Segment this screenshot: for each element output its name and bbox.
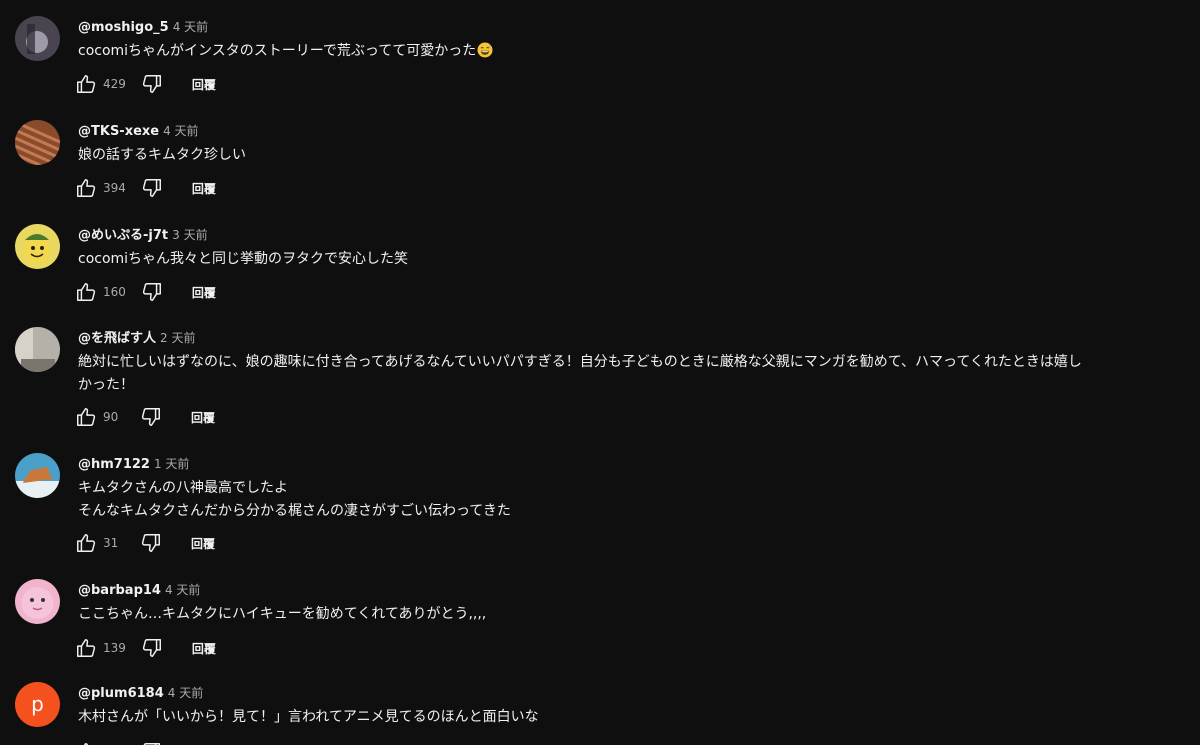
comment-text: 絶対に忙しいはずなのに、娘の趣味に付き合ってあげるなんていいパパすぎる！自分も子… <box>78 351 1193 397</box>
avatar[interactable] <box>15 16 60 61</box>
thumbs-up-icon[interactable] <box>74 72 98 96</box>
comment-actions: 394 回覆 <box>74 176 216 200</box>
comment-text: cocomiちゃん我々と同じ挙動のヲタクで安心した笑 <box>78 248 1193 271</box>
avatar[interactable] <box>15 453 60 498</box>
comment-item: @moshigo_5 4 天前 cocomiちゃんがインスタのストーリーで荒ぶってて… <box>0 16 1200 100</box>
reply-button[interactable]: 回覆 <box>192 76 216 93</box>
comment-actions: 160 回覆 <box>74 280 216 304</box>
comment-actions: 90 回覆 <box>74 405 215 429</box>
reply-button[interactable]: 回覆 <box>192 180 216 197</box>
like-count: 394 <box>103 181 126 195</box>
comment-item: @hm7122 1 天前キムタクさんの八神最高でしたよそんなキムタクさんだから分か… <box>0 453 1200 559</box>
comment-item: p @plum6184 4 天前木村さんが「いいから！見て！」言われてアニメ見てるの… <box>0 682 1200 745</box>
thumbs-down-icon[interactable] <box>139 740 163 745</box>
like-count: 160 <box>103 285 126 299</box>
comment-actions: 回覆 <box>74 740 215 745</box>
thumbs-down-icon[interactable] <box>140 72 164 96</box>
comment-text-line-content: 木村さんが「いいから！見て！」言われてアニメ見てるのほんと面白いな <box>78 709 539 725</box>
comment-text-line-content: cocomiちゃん我々と同じ挙動のヲタクで安心した笑 <box>78 251 409 267</box>
comment-header: @moshigo_5 4 天前 <box>78 16 208 36</box>
like-count: 31 <box>103 536 119 550</box>
comment-item: @を飛ばす人 2 天前絶対に忙しいはずなのに、娘の趣味に付き合ってあげるなんていい… <box>0 327 1200 433</box>
comment-text: 木村さんが「いいから！見て！」言われてアニメ見てるのほんと面白いな <box>78 706 1193 729</box>
comment-actions: 429 回覆 <box>74 72 216 96</box>
like-count: 429 <box>103 77 126 91</box>
comment-text-line-content: 絶対に忙しいはずなのに、娘の趣味に付き合ってあげるなんていいパパすぎる！自分も子… <box>78 354 1082 370</box>
comment-header: @hm7122 1 天前 <box>78 453 189 473</box>
comment-text: 娘の話するキムタク珍しい <box>78 144 1193 167</box>
thumbs-up-icon[interactable] <box>74 636 98 660</box>
like-count: 139 <box>103 641 126 655</box>
comment-text-line-content: キムタクさんの八神最高でしたよ <box>78 480 288 496</box>
avatar[interactable] <box>15 579 60 624</box>
comment-header: @plum6184 4 天前 <box>78 682 203 702</box>
comment-time[interactable]: 4 天前 <box>168 686 203 700</box>
thumbs-down-icon[interactable] <box>140 280 164 304</box>
comment-text-line: そんなキムタクさんだから分かる梶さんの凄さがすごい伝わってきた <box>78 500 1193 523</box>
thumbs-down-icon[interactable] <box>139 405 163 429</box>
comment-time[interactable]: 4 天前 <box>163 124 198 138</box>
comment-list: @moshigo_5 4 天前 cocomiちゃんがインスタのストーリーで荒ぶってて… <box>0 0 1200 745</box>
comment-text: ここちゃん…キムタクにハイキューを勧めてくれてありがとう,,,, <box>78 603 1193 626</box>
comment-header: @を飛ばす人 2 天前 <box>78 327 195 347</box>
comment-text: cocomiちゃんがインスタのストーリーで荒ぶってて可愛かった <box>78 40 1193 63</box>
avatar[interactable] <box>15 120 60 165</box>
avatar[interactable] <box>15 224 60 269</box>
comment-author[interactable]: @plum6184 <box>78 686 164 701</box>
comment-author[interactable]: @TKS-xexe <box>78 124 159 139</box>
comment-actions: 139 回覆 <box>74 636 216 660</box>
avatar[interactable] <box>15 327 60 372</box>
comment-author[interactable]: @barbap14 <box>78 583 161 598</box>
comment-text: キムタクさんの八神最高でしたよそんなキムタクさんだから分かる梶さんの凄さがすごい… <box>78 477 1193 523</box>
comment-time[interactable]: 2 天前 <box>160 331 195 345</box>
comment-text-line: cocomiちゃんがインスタのストーリーで荒ぶってて可愛かった <box>78 40 1193 63</box>
comment-text-line: ここちゃん…キムタクにハイキューを勧めてくれてありがとう,,,, <box>78 603 1193 626</box>
comment-author[interactable]: @hm7122 <box>78 457 150 472</box>
comment-item: @TKS-xexe 4 天前娘の話するキムタク珍しい 394 回覆 <box>0 120 1200 204</box>
comment-text-line: 娘の話するキムタク珍しい <box>78 144 1193 167</box>
comment-text-line: 絶対に忙しいはずなのに、娘の趣味に付き合ってあげるなんていいパパすぎる！自分も子… <box>78 351 1193 374</box>
comment-time[interactable]: 4 天前 <box>173 20 208 34</box>
comment-item: @barbap14 4 天前ここちゃん…キムタクにハイキューを勧めてくれてありがと… <box>0 579 1200 664</box>
reply-button[interactable]: 回覆 <box>191 535 215 552</box>
avatar[interactable]: p <box>15 682 60 727</box>
grinning-sweat-emoji-icon <box>477 42 493 58</box>
comment-text-line: かった！ <box>78 374 1193 397</box>
avatar-letter: p <box>31 692 44 716</box>
comment-author[interactable]: @を飛ばす人 <box>78 331 156 346</box>
comment-text-line-content: cocomiちゃんがインスタのストーリーで荒ぶってて可愛かった <box>78 43 477 59</box>
comment-header: @めいぷる-j7t 3 天前 <box>78 224 208 244</box>
comment-actions: 31 回覆 <box>74 531 215 555</box>
like-count: 90 <box>103 410 119 424</box>
comment-text-line-content: 娘の話するキムタク珍しい <box>78 147 246 163</box>
reply-button[interactable]: 回覆 <box>191 409 215 426</box>
comment-text-line-content: そんなキムタクさんだから分かる梶さんの凄さがすごい伝わってきた <box>78 503 511 519</box>
comment-text-line: 木村さんが「いいから！見て！」言われてアニメ見てるのほんと面白いな <box>78 706 1193 729</box>
comment-header: @barbap14 4 天前 <box>78 579 200 599</box>
reply-button[interactable]: 回覆 <box>192 284 216 301</box>
thumbs-up-icon[interactable] <box>74 280 98 304</box>
thumbs-down-icon[interactable] <box>139 531 163 555</box>
comment-item: @めいぷる-j7t 3 天前 cocomiちゃん我々と同じ挙動のヲタクで安心した笑 1… <box>0 224 1200 308</box>
thumbs-up-icon[interactable] <box>74 405 98 429</box>
comment-text-line: キムタクさんの八神最高でしたよ <box>78 477 1193 500</box>
comment-author[interactable]: @めいぷる-j7t <box>78 228 168 243</box>
comment-author[interactable]: @moshigo_5 <box>78 20 169 35</box>
comment-text-line-content: ここちゃん…キムタクにハイキューを勧めてくれてありがとう,,,, <box>78 606 487 622</box>
comment-text-line-content: かった！ <box>78 377 134 393</box>
thumbs-down-icon[interactable] <box>140 176 164 200</box>
thumbs-up-icon[interactable] <box>74 740 98 745</box>
comment-time[interactable]: 4 天前 <box>165 583 200 597</box>
thumbs-up-icon[interactable] <box>74 531 98 555</box>
comment-text-line: cocomiちゃん我々と同じ挙動のヲタクで安心した笑 <box>78 248 1193 271</box>
thumbs-down-icon[interactable] <box>140 636 164 660</box>
comment-header: @TKS-xexe 4 天前 <box>78 120 199 140</box>
reply-button[interactable]: 回覆 <box>192 640 216 657</box>
comment-time[interactable]: 3 天前 <box>172 228 207 242</box>
thumbs-up-icon[interactable] <box>74 176 98 200</box>
comment-time[interactable]: 1 天前 <box>154 457 189 471</box>
